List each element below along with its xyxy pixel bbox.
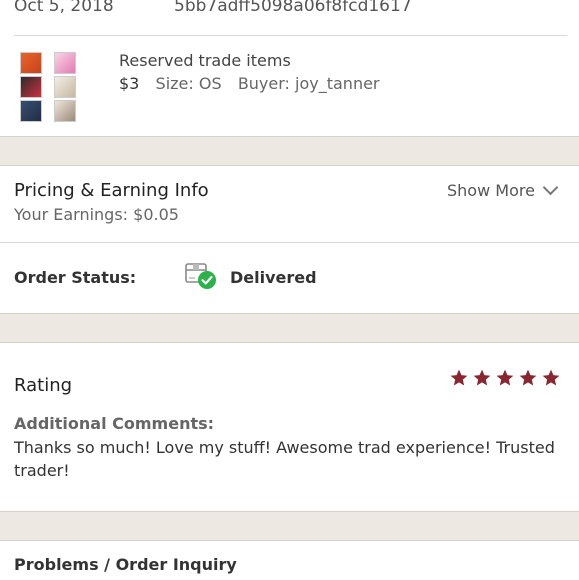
star-icon <box>496 369 514 386</box>
star-icon <box>519 369 537 386</box>
star-icon <box>450 369 468 386</box>
show-more-label: Show More <box>447 181 535 200</box>
item-title: Reserved trade items <box>119 51 291 70</box>
section-separator <box>0 136 579 166</box>
your-earnings: Your Earnings: $0.05 <box>14 205 179 224</box>
problems-order-inquiry-link[interactable]: Problems / Order Inquiry <box>14 555 237 574</box>
pricing-title: Pricing & Earning Info <box>14 180 209 201</box>
thumbnail-image <box>20 100 42 122</box>
order-date: Oct 5, 2018 <box>14 0 114 16</box>
item-size: Size: OS <box>155 74 222 93</box>
star-icon <box>473 369 491 386</box>
item-buyer: Buyer: joy_tanner <box>237 74 380 93</box>
thumbnail-image <box>54 100 76 122</box>
thumbnail-image <box>54 76 76 98</box>
rating-stars <box>449 368 564 388</box>
order-status-label: Order Status: <box>14 268 137 287</box>
divider <box>0 242 579 243</box>
order-id: 5bb7adff5098a06f8fcd1617 <box>174 0 412 16</box>
divider <box>14 35 567 36</box>
item-meta: $3 Size: OS Buyer: joy_tanner <box>119 74 380 93</box>
rating-comment: Thanks so much! Love my stuff! Awesome t… <box>14 438 555 480</box>
thumbnail-image <box>20 76 42 98</box>
section-separator <box>0 313 579 343</box>
thumbnail-image <box>20 52 42 74</box>
star-icon <box>542 369 560 386</box>
additional-comments-label: Additional Comments: <box>14 414 215 433</box>
section-separator <box>0 511 579 541</box>
package-delivered-icon <box>184 261 218 291</box>
show-more-button[interactable]: Show More <box>447 179 559 200</box>
order-status-value: Delivered <box>230 268 317 287</box>
item-price: $3 <box>119 74 140 93</box>
thumbnail-image <box>54 52 76 74</box>
item-thumbnails[interactable] <box>20 52 80 124</box>
rating-title: Rating <box>14 375 73 396</box>
chevron-down-icon <box>542 179 559 196</box>
